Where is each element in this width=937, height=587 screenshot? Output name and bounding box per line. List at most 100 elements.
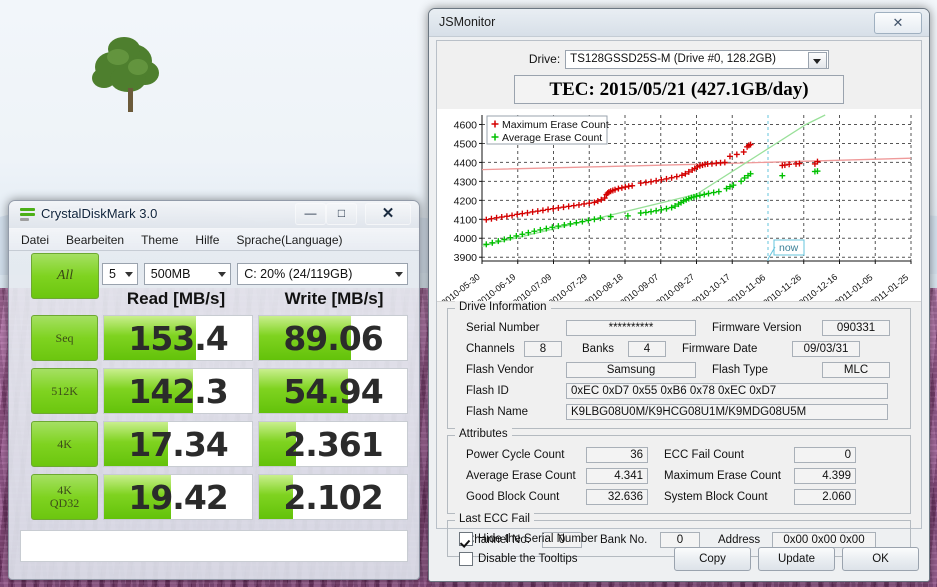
crystaldiskmark-body: 5 500MB C: 20% (24/119GB) All Read [MB/s… <box>9 251 419 521</box>
serial-number-label: Serial Number <box>466 321 540 334</box>
channels-label: Channels <box>466 342 515 355</box>
flash-type-value: MLC <box>822 361 890 378</box>
menu-item-sprache[interactable]: Sprache(Language) <box>236 233 342 247</box>
target-drive-select[interactable]: C: 20% (24/119GB) <box>237 263 408 285</box>
checkbox-icon[interactable] <box>459 532 473 546</box>
hide-serial-label: Hide the Serial Number <box>478 533 598 545</box>
write-value: 89.06 <box>283 318 383 358</box>
maximum-erase-count-label: Maximum Erase Count <box>664 469 781 482</box>
y-tick-label: 4600 <box>454 119 478 131</box>
read-value-cell: 153.4 <box>103 315 254 361</box>
firmware-date-label: Firmware Date <box>682 342 758 355</box>
write-value: 2.361 <box>283 424 383 464</box>
chart-svg: 390040004100420043004400450046002010-05-… <box>437 109 921 301</box>
banks-value: 4 <box>628 340 666 357</box>
result-row: 512K 142.3 54.94 <box>20 367 408 415</box>
jsmonitor-titlebar[interactable]: JSMonitor ✕ <box>429 9 929 37</box>
drive-information-caption: Drive Information <box>455 301 551 313</box>
benchmark-button-1[interactable]: 512K <box>31 368 99 414</box>
tree-icon <box>92 37 159 92</box>
read-value-cell: 142.3 <box>103 368 254 414</box>
svg-text:now: now <box>779 242 799 254</box>
chevron-down-icon[interactable] <box>808 51 828 69</box>
read-value: 142.3 <box>128 371 228 411</box>
result-row: 4K QD32 19.42 2.102 <box>20 473 408 521</box>
serial-number-value: ********** <box>566 319 696 336</box>
result-rows: Seq 153.4 89.06 512K 142.3 54.94 4K 17.34 2.361 4… <box>20 314 408 521</box>
firmware-version-value: 090331 <box>822 319 890 336</box>
chevron-down-icon <box>124 272 133 277</box>
hide-serial-checkbox[interactable]: Hide the Serial Number <box>459 532 598 546</box>
menu-item-theme[interactable]: Theme <box>141 233 178 247</box>
chevron-down-icon <box>218 272 227 277</box>
maximize-button[interactable]: □ <box>326 203 357 225</box>
flash-name-value: K9LBG08U0M/K9HCG08U1M/K9MDG08U5M <box>566 403 888 420</box>
write-value-cell: 2.361 <box>258 421 408 467</box>
checkbox-icon[interactable] <box>459 552 473 566</box>
run-count-select[interactable]: 5 <box>102 263 138 285</box>
jsmonitor-window[interactable]: JSMonitor ✕ Drive: TS128GSSD25S-M (Drive… <box>428 8 930 582</box>
attributes-group: Attributes Power Cycle Count 36 ECC Fail… <box>447 428 911 514</box>
read-value: 153.4 <box>128 318 228 358</box>
read-header: Read [MB/s] <box>126 289 226 308</box>
y-tick-label: 4000 <box>454 233 478 245</box>
maximum-erase-count-value: 4.399 <box>794 467 856 484</box>
jsmonitor-title: JSMonitor <box>439 15 496 29</box>
write-header: Write [MB/s] <box>284 289 384 308</box>
write-value-cell: 89.06 <box>258 315 408 361</box>
disable-tooltips-checkbox[interactable]: Disable the Tooltips <box>459 552 578 566</box>
benchmark-label: 512K <box>51 383 78 398</box>
firmware-version-label: Firmware Version <box>712 321 802 334</box>
y-tick-label: 4500 <box>454 138 478 150</box>
all-benchmark-button[interactable]: All <box>31 253 99 299</box>
crystaldiskmark-titlebar[interactable]: CrystalDiskMark 3.0 — □ ✕ <box>9 201 419 228</box>
disable-tooltips-label: Disable the Tooltips <box>478 553 578 565</box>
drive-selector-row: Drive: TS128GSSD25S-M (Drive #0, 128.2GB… <box>437 49 921 69</box>
read-value-cell: 17.34 <box>103 421 254 467</box>
channels-value: 8 <box>524 340 562 357</box>
test-size-value: 500MB <box>150 267 191 281</box>
erase-count-chart: 3900 4000 4100 4200 4300 4400 4500 4600 2010-05-… <box>437 109 921 302</box>
legend-label: Average Erase Count <box>502 132 602 144</box>
write-value: 2.102 <box>283 477 383 517</box>
result-row: 4K 17.34 2.361 <box>20 420 408 468</box>
jsmonitor-content: Drive: TS128GSSD25S-M (Drive #0, 128.2GB… <box>436 40 922 557</box>
menu-item-bearbeiten[interactable]: Bearbeiten <box>66 233 124 247</box>
read-value-cell: 19.42 <box>103 474 254 520</box>
average-erase-count-label: Average Erase Count <box>466 469 576 482</box>
benchmark-button-0[interactable]: Seq <box>31 315 99 361</box>
tree-trunk <box>128 88 133 112</box>
run-count-value: 5 <box>109 267 116 281</box>
menu-item-hilfe[interactable]: Hilfe <box>195 233 219 247</box>
flash-name-label: Flash Name <box>466 405 528 418</box>
last-ecc-fail-caption: Last ECC Fail <box>455 513 534 525</box>
benchmark-label: Seq <box>55 330 74 345</box>
crystaldiskmark-window[interactable]: CrystalDiskMark 3.0 — □ ✕ Datei Bearbeit… <box>8 200 420 580</box>
test-size-select[interactable]: 500MB <box>143 263 232 285</box>
close-button[interactable]: ✕ <box>365 203 411 225</box>
crystaldiskmark-title: CrystalDiskMark 3.0 <box>41 206 158 221</box>
flash-id-value: 0xEC 0xD7 0x55 0xB6 0x78 0xEC 0xD7 <box>566 382 888 399</box>
result-headers: Read [MB/s] Write [MB/s] <box>102 289 408 309</box>
power-cycle-count-value: 36 <box>586 446 648 463</box>
benchmark-button-3[interactable]: 4K QD32 <box>31 474 99 520</box>
jsmonitor-footer: Hide the Serial Number Disable the Toolt… <box>429 529 929 581</box>
update-button[interactable]: Update <box>758 547 835 571</box>
status-bar <box>20 530 408 562</box>
banks-label: Banks <box>582 342 614 355</box>
minimize-button[interactable]: — <box>295 203 326 225</box>
ok-button[interactable]: OK <box>842 547 919 571</box>
attributes-caption: Attributes <box>455 428 512 440</box>
menu-item-datei[interactable]: Datei <box>21 233 49 247</box>
close-button[interactable]: ✕ <box>874 12 922 34</box>
y-tick-label: 4300 <box>454 176 478 188</box>
crystaldiskmark-menubar[interactable]: Datei Bearbeiten Theme Hilfe Sprache(Lan… <box>9 228 419 251</box>
write-value-cell: 2.102 <box>258 474 408 520</box>
flash-vendor-value: Samsung <box>566 361 696 378</box>
flash-id-label: Flash ID <box>466 384 509 397</box>
drive-select[interactable]: TS128GSSD25S-M (Drive #0, 128.2GB) <box>565 49 830 69</box>
power-cycle-count-label: Power Cycle Count <box>466 448 565 461</box>
y-tick-label: 4400 <box>454 157 478 169</box>
copy-button[interactable]: Copy <box>674 547 751 571</box>
benchmark-button-2[interactable]: 4K <box>31 421 99 467</box>
